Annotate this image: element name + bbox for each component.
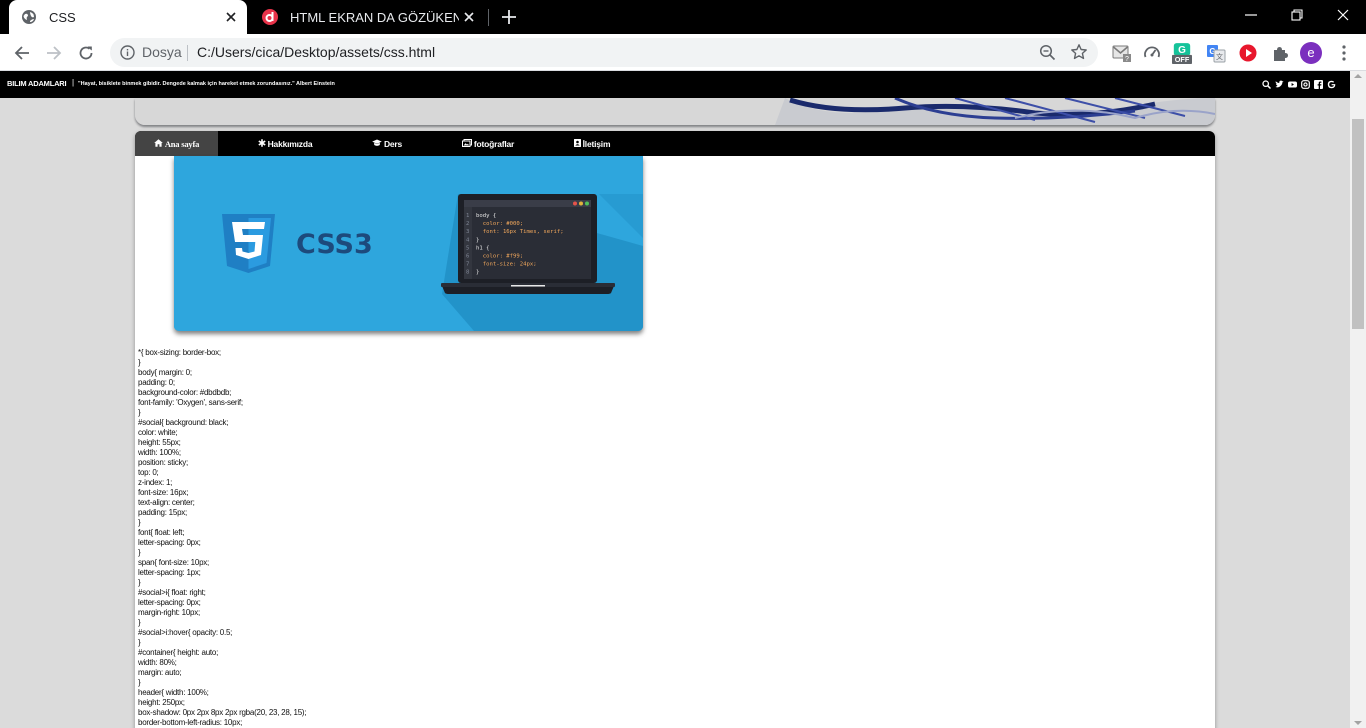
quote-text: "Hayat, bisiklete binmek gibidir. Denged… <box>78 81 335 87</box>
home-icon <box>154 138 163 149</box>
menu-label: Ders <box>383 138 403 149</box>
social-icons <box>1262 80 1336 89</box>
menu-item-hakkimizda[interactable]: Hakkımızda <box>231 131 339 156</box>
code-line-text: font: 16px Times, serif; <box>476 229 564 235</box>
menu-item-ana-sayfa[interactable]: Ana sayfa <box>135 131 218 156</box>
page-viewport: BILIM ADAMLARI | "Hayat, bisiklete binme… <box>0 71 1350 728</box>
menu-item-fotograflar[interactable]: fotoğraflar <box>438 131 538 156</box>
laptop-illustration <box>441 194 615 294</box>
tab-strip: CSS HTML EKRAN DA GÖZÜKEN AMA <box>0 0 1366 34</box>
browser-toolbar: Dosya C:/Users/cica/Desktop/assets/css.h… <box>0 34 1366 71</box>
code-line-number: 6 <box>466 254 469 260</box>
scroll-thumb[interactable] <box>1352 119 1364 329</box>
forward-button[interactable] <box>40 39 68 67</box>
menu-item-ders[interactable]: Ders <box>347 131 427 156</box>
menu-item-iletisim[interactable]: İletişim <box>547 131 637 156</box>
code-line-text: } <box>476 270 479 276</box>
facebook-icon[interactable] <box>1314 80 1323 89</box>
translate-icon[interactable]: G文 <box>1206 43 1226 63</box>
back-button[interactable] <box>8 39 36 67</box>
close-window-button[interactable] <box>1320 0 1366 30</box>
tab-separator <box>488 9 489 26</box>
new-tab-button[interactable] <box>498 6 520 28</box>
code-line-number: 3 <box>466 229 469 235</box>
speedometer-icon[interactable] <box>1142 43 1162 63</box>
scroll-up-arrow[interactable] <box>1354 74 1362 78</box>
grammarly-badge: OFF <box>1175 55 1190 64</box>
close-tab-icon[interactable] <box>459 7 479 27</box>
code-line-text: color: #000; <box>476 221 523 227</box>
svg-text:文: 文 <box>1216 52 1223 61</box>
brand-title: BILIM ADAMLARI <box>7 79 67 88</box>
banner-title: CSS3 <box>296 229 373 260</box>
minimize-button[interactable] <box>1228 0 1274 30</box>
menu-label: fotoğraflar <box>473 138 515 149</box>
close-tab-icon[interactable] <box>221 7 241 27</box>
contact-card-icon <box>573 138 581 149</box>
profile-initial: e <box>1307 45 1314 60</box>
code-line-text: color: #f99; <box>476 254 523 260</box>
bookmark-star-icon[interactable] <box>1070 43 1088 61</box>
tab-title: CSS <box>49 9 76 25</box>
main-menu: Ana sayfa Hakkımızda Ders fotoğraflar İl… <box>135 131 1215 156</box>
tab-title: HTML EKRAN DA GÖZÜKEN AMA <box>290 9 459 25</box>
puzzle-icon[interactable] <box>1270 43 1290 63</box>
header-image <box>135 98 1215 125</box>
images-icon <box>461 138 472 149</box>
youtube-icon[interactable] <box>1288 80 1297 89</box>
address-bar[interactable]: Dosya C:/Users/cica/Desktop/assets/css.h… <box>110 38 1098 67</box>
vertical-scrollbar[interactable] <box>1350 71 1366 728</box>
tab-html-ekran[interactable]: HTML EKRAN DA GÖZÜKEN AMA <box>250 0 485 34</box>
instagram-icon[interactable] <box>1301 80 1310 89</box>
css-source-text: *{ box-sizing: border-box; } body{ margi… <box>138 348 307 727</box>
twitter-icon[interactable] <box>1275 80 1284 89</box>
code-line-number: 7 <box>466 262 469 268</box>
code-line-number: 5 <box>466 245 469 251</box>
menu-label: Ana sayfa <box>164 138 200 149</box>
code-line-text: } <box>476 237 479 243</box>
css3-shield-logo <box>222 214 275 273</box>
asterisk-icon <box>258 138 266 149</box>
search-icon[interactable] <box>1262 80 1271 89</box>
menu-label: İletişim <box>582 138 611 149</box>
brand-divider: | <box>72 78 75 87</box>
zoom-out-icon[interactable] <box>1039 44 1056 61</box>
origin-separator <box>187 45 188 61</box>
reload-button[interactable] <box>72 39 100 67</box>
graduation-cap-icon <box>372 139 382 149</box>
scroll-down-arrow[interactable] <box>1354 721 1362 725</box>
grammarly-off-icon[interactable]: G OFF <box>1172 42 1192 66</box>
social-bar: BILIM ADAMLARI | "Hayat, bisiklete binme… <box>0 71 1350 98</box>
info-icon[interactable] <box>120 45 135 60</box>
profile-avatar[interactable]: e <box>1299 41 1323 65</box>
dailymotion-icon <box>262 9 278 25</box>
code-line-text: font-size: 24px; <box>476 262 537 268</box>
url-text[interactable]: C:/Users/cica/Desktop/assets/css.html <box>197 44 435 60</box>
code-line-text: body { <box>476 213 496 219</box>
code-line-number: 2 <box>466 221 469 227</box>
record-icon[interactable] <box>1238 43 1258 63</box>
more-icon[interactable] <box>1334 43 1354 63</box>
menu-label: Hakkımızda <box>267 138 313 149</box>
css3-banner-image: CSS3 1 body { 2 color: #000; 3 font: 16px T… <box>174 156 643 331</box>
gmail-icon[interactable]: ? <box>1112 43 1132 63</box>
origin-label: Dosya <box>142 44 182 60</box>
restore-button[interactable] <box>1274 0 1320 30</box>
code-line-number: 1 <box>466 213 469 219</box>
globe-icon <box>21 9 37 25</box>
svg-text:?: ? <box>1125 56 1129 63</box>
google-icon[interactable] <box>1327 80 1336 89</box>
code-line-text: h1 { <box>476 245 489 251</box>
tab-css[interactable]: CSS <box>9 0 247 34</box>
content-container: Ana sayfa Hakkımızda Ders fotoğraflar İl… <box>135 131 1215 728</box>
